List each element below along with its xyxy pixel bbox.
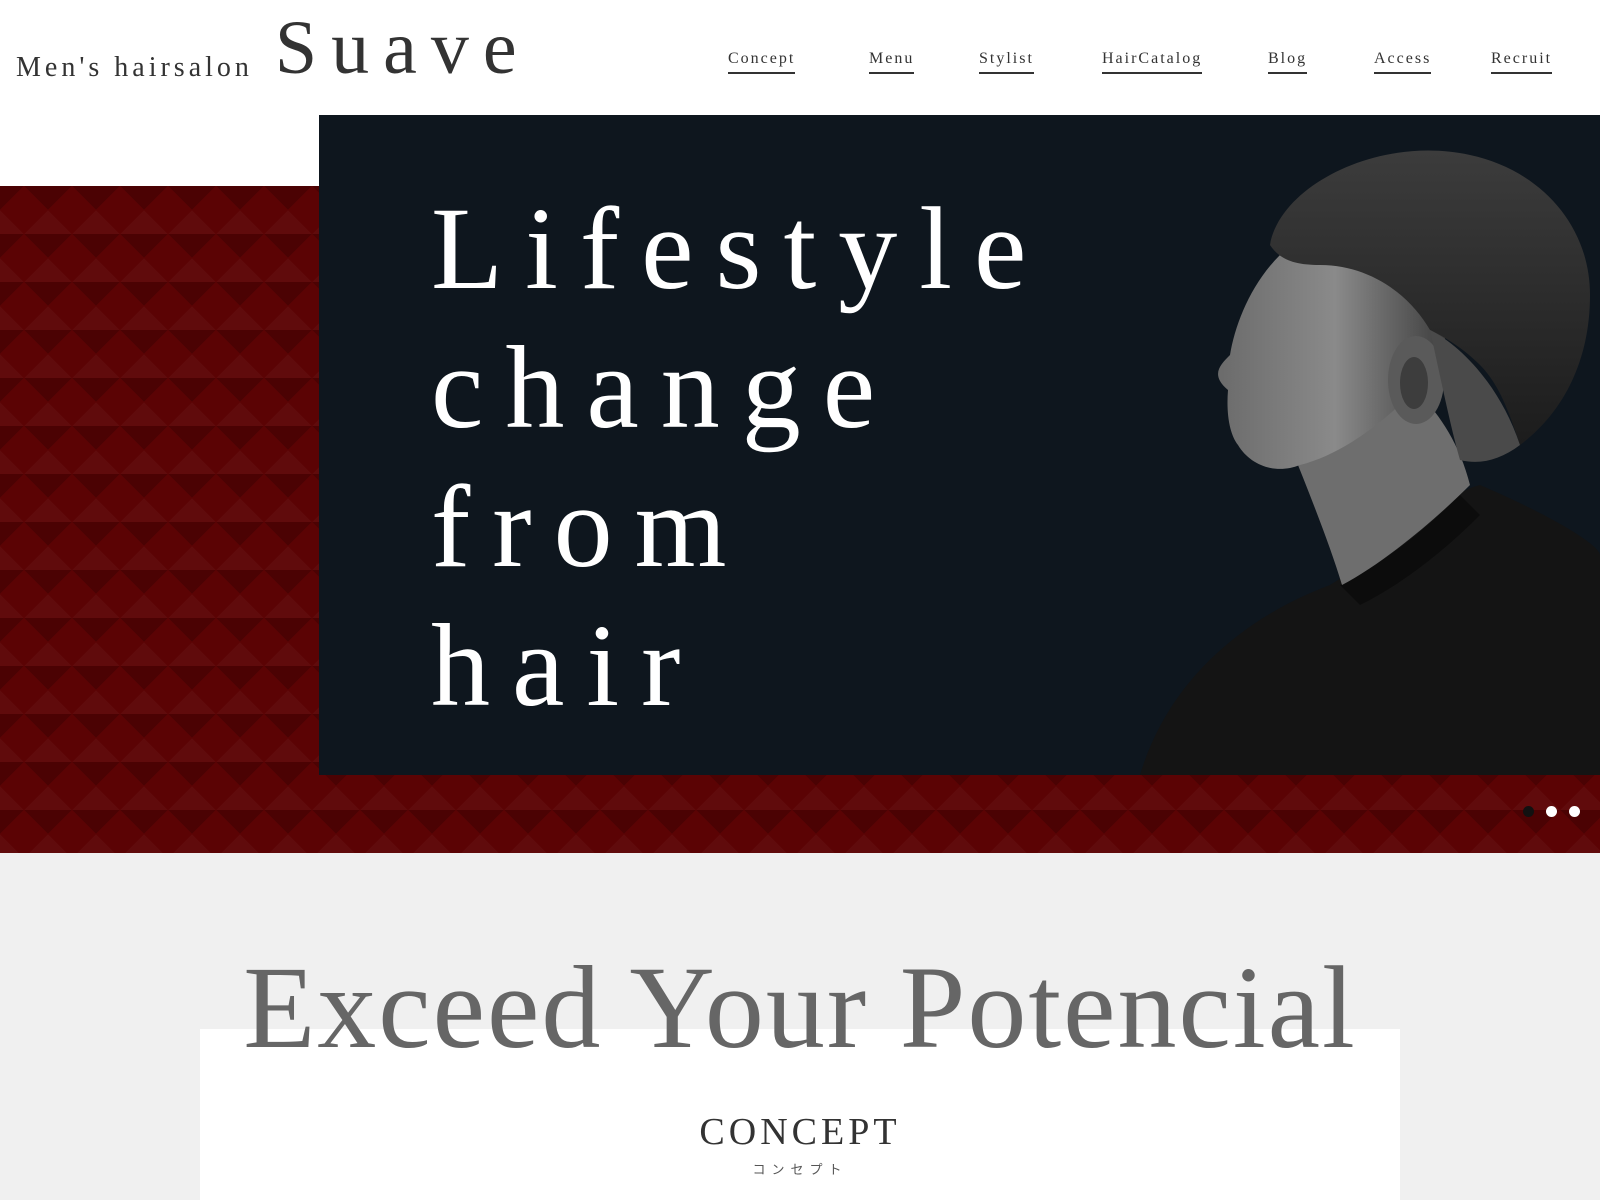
hero-headline: Lifestyle change from hair	[431, 179, 1048, 735]
hero-slide: Lifestyle change from hair	[319, 115, 1600, 775]
nav-stylist-link[interactable]: Stylist	[979, 50, 1034, 74]
hero-line-1: Lifestyle	[431, 183, 1049, 314]
hero-line-3: from	[431, 461, 749, 592]
site-header: Men's hairsalon Suave Concept Menu Styli…	[0, 0, 1600, 115]
nav-haircatalog-link[interactable]: HairCatalog	[1102, 50, 1203, 74]
slider-pagination	[1523, 806, 1580, 817]
nav-concept-link[interactable]: Concept	[728, 50, 796, 74]
slider-dot-3[interactable]	[1569, 806, 1580, 817]
concept-label: CONCEPT	[699, 1111, 901, 1153]
hero-portrait-image	[1140, 150, 1600, 775]
concept-heading: Exceed Your Potencial	[243, 942, 1357, 1073]
nav-blog-link[interactable]: Blog	[1268, 50, 1308, 74]
slider-dot-2[interactable]	[1546, 806, 1557, 817]
hero-line-4: hair	[431, 600, 703, 731]
main-nav: Concept Menu Stylist HairCatalog Blog Ac…	[0, 50, 1600, 80]
nav-recruit-link[interactable]: Recruit	[1491, 50, 1553, 74]
concept-sub-label: コンセプト	[752, 1163, 848, 1178]
nav-menu-link[interactable]: Menu	[869, 50, 915, 74]
nav-access-link[interactable]: Access	[1374, 50, 1432, 74]
slider-dot-1[interactable]	[1523, 806, 1534, 817]
hero-line-2: change	[431, 322, 898, 453]
